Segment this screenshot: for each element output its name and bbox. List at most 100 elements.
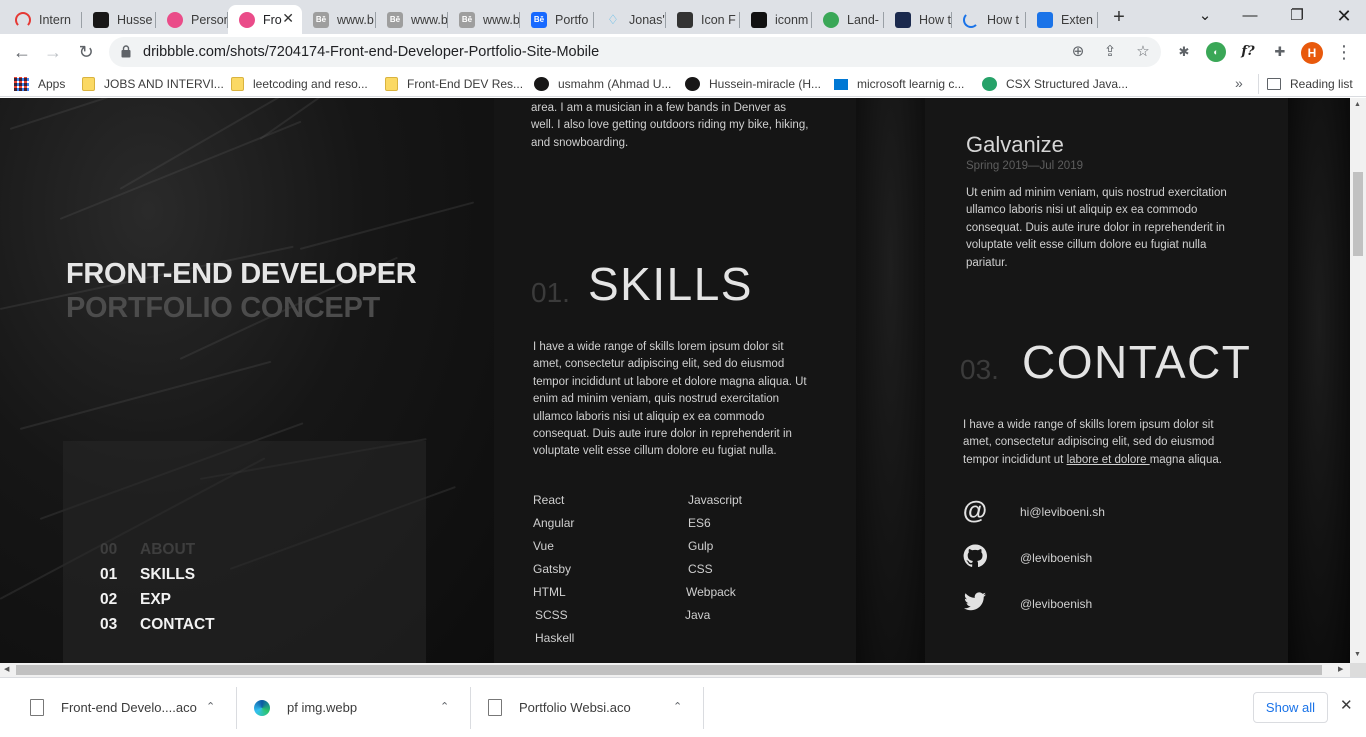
zoom-icon[interactable]: ⊕ bbox=[1068, 42, 1088, 62]
download-item[interactable]: Front-end Develo....aco ⌃ bbox=[30, 678, 236, 737]
reload-button[interactable]: ↻ bbox=[74, 40, 98, 64]
download-item[interactable]: Portfolio Websi.aco ⌃ bbox=[488, 678, 703, 737]
close-tab-icon[interactable]: ✕ bbox=[282, 10, 294, 27]
tab-3[interactable]: Fro ✕ bbox=[228, 5, 302, 34]
tab-5[interactable]: Bē www.b bbox=[376, 5, 448, 34]
vertical-scroll-thumb[interactable] bbox=[1353, 172, 1363, 256]
tab-13[interactable]: How t bbox=[952, 5, 1026, 34]
tab-label: Land- bbox=[847, 12, 879, 27]
behance-icon: Bē bbox=[459, 11, 475, 28]
forward-button[interactable]: → bbox=[41, 40, 65, 64]
bookmark-item[interactable]: microsoft learnig c... bbox=[834, 75, 964, 93]
close-downloads-icon[interactable]: ✕ bbox=[1340, 696, 1353, 714]
bookmark-label: usmahm (Ahmad U... bbox=[558, 77, 672, 91]
horizontal-scrollbar[interactable]: ◀ ▶ bbox=[0, 663, 1350, 677]
bookmark-item[interactable]: Hussein-miracle (H... bbox=[685, 75, 821, 93]
bookmark-item[interactable]: leetcoding and reso... bbox=[231, 75, 368, 93]
bug-extension-icon[interactable]: ✱ bbox=[1174, 42, 1194, 62]
reading-list-button[interactable]: Reading list bbox=[1267, 75, 1353, 93]
close-window-icon[interactable]: ✕ bbox=[1331, 4, 1357, 28]
bookmark-star-icon[interactable]: ☆ bbox=[1133, 42, 1153, 62]
bookmark-item[interactable]: JOBS AND INTERVI... bbox=[82, 75, 224, 93]
minimize-icon[interactable]: — bbox=[1237, 4, 1263, 28]
tab-8[interactable]: ♢ Jonas' bbox=[594, 5, 666, 34]
github-icon[interactable] bbox=[962, 544, 988, 570]
bookmarks-overflow-icon[interactable]: » bbox=[1235, 75, 1243, 91]
bookmark-label: Apps bbox=[38, 77, 66, 91]
tab-7[interactable]: Bē Portfo bbox=[520, 5, 594, 34]
bookmarks-bar: Apps JOBS AND INTERVI... leetcoding and re… bbox=[0, 70, 1366, 97]
twitter-icon[interactable] bbox=[962, 590, 988, 616]
back-button[interactable]: ← bbox=[10, 40, 34, 64]
profile-avatar[interactable]: H bbox=[1301, 42, 1323, 64]
tab-12[interactable]: How t bbox=[884, 5, 952, 34]
tab-label: Fro bbox=[263, 12, 282, 27]
folder-icon bbox=[385, 77, 398, 91]
tab-14[interactable]: Exten bbox=[1026, 5, 1098, 34]
fx-extension-icon[interactable]: f? bbox=[1238, 42, 1258, 62]
scroll-down-icon[interactable]: ▼ bbox=[1354, 651, 1361, 658]
restore-icon[interactable]: ❐ bbox=[1284, 4, 1310, 28]
tab-label: Exten bbox=[1061, 12, 1093, 27]
nav-item-about[interactable]: 00 ABOUT bbox=[100, 541, 195, 559]
tab-label: Jonas' bbox=[629, 12, 665, 27]
horizontal-scroll-thumb[interactable] bbox=[16, 665, 1322, 675]
tab-6[interactable]: Bē www.b bbox=[448, 5, 520, 34]
icon-font-icon bbox=[677, 11, 693, 28]
menu-kebab-icon[interactable]: ⋮ bbox=[1335, 42, 1353, 62]
contact-value[interactable]: @leviboenish bbox=[1020, 597, 1092, 611]
address-bar[interactable]: dribbble.com/shots/7204174-Front-end-Dev… bbox=[109, 37, 1161, 67]
tab-search-icon[interactable]: ⌄ bbox=[1192, 4, 1218, 28]
bookmark-item[interactable]: CSX Structured Java... bbox=[982, 75, 1128, 93]
chevron-up-icon[interactable]: ⌃ bbox=[673, 700, 682, 713]
chevron-up-icon[interactable]: ⌃ bbox=[440, 700, 449, 713]
contact-value[interactable]: hi@leviboeni.sh bbox=[1020, 505, 1105, 519]
github-icon bbox=[685, 77, 700, 91]
nav-item-skills[interactable]: 01 SKILLS bbox=[100, 566, 195, 584]
globe-extension-icon[interactable]: ◐ bbox=[1206, 42, 1226, 62]
scrollbar-corner bbox=[1350, 663, 1366, 677]
about-text: area. I am a musician in a few bands in … bbox=[531, 102, 809, 149]
chevron-up-icon[interactable]: ⌃ bbox=[206, 700, 215, 713]
dribbble-icon bbox=[239, 11, 255, 28]
new-tab-button[interactable]: + bbox=[1108, 6, 1130, 28]
tab-0[interactable]: Intern bbox=[4, 5, 82, 34]
scroll-left-icon[interactable]: ◀ bbox=[4, 665, 9, 673]
contact-text: I have a wide range of skills lorem ipsu… bbox=[963, 417, 1245, 469]
vertical-scrollbar[interactable]: ▲ ▼ bbox=[1350, 98, 1366, 663]
at-sign-icon[interactable]: @ bbox=[962, 498, 988, 524]
nav-item-contact[interactable]: 03 CONTACT bbox=[100, 616, 215, 634]
bookmark-item[interactable]: usmahm (Ahmad U... bbox=[534, 75, 671, 93]
bookmark-item[interactable]: Apps bbox=[14, 75, 65, 93]
rainbow-icon bbox=[15, 11, 31, 28]
scroll-up-icon[interactable]: ▲ bbox=[1354, 101, 1361, 108]
tab-label: www.b bbox=[483, 12, 520, 27]
tab-2[interactable]: Persor bbox=[156, 5, 228, 34]
show-all-button[interactable]: Show all bbox=[1253, 692, 1328, 723]
behance-icon: Bē bbox=[313, 11, 329, 28]
share-icon[interactable]: ⇪ bbox=[1100, 42, 1120, 62]
contact-value[interactable]: @leviboenish bbox=[1020, 551, 1092, 565]
contact-text-link[interactable]: labore et dolore bbox=[1067, 454, 1150, 466]
bookmark-label: JOBS AND INTERVI... bbox=[104, 77, 224, 91]
download-item[interactable]: pf img.webp ⌃ bbox=[254, 678, 470, 737]
tab-1[interactable]: Husse bbox=[82, 5, 156, 34]
bookmark-item[interactable]: Front-End DEV Res... bbox=[385, 75, 523, 93]
nav-item-exp[interactable]: 02 EXP bbox=[100, 591, 171, 609]
tab-11[interactable]: Land- bbox=[812, 5, 884, 34]
github-icon bbox=[534, 77, 549, 91]
tab-4[interactable]: Bē www.b bbox=[302, 5, 376, 34]
skill-item: SCSS bbox=[535, 608, 568, 622]
loading-icon bbox=[963, 11, 979, 28]
tab-10[interactable]: iconm bbox=[740, 5, 812, 34]
nav-item-number: 03 bbox=[100, 616, 118, 633]
divider bbox=[470, 687, 471, 729]
scroll-right-icon[interactable]: ▶ bbox=[1338, 665, 1343, 673]
tab-label: Intern bbox=[39, 12, 71, 27]
skill-item: Webpack bbox=[686, 585, 736, 599]
bookmark-label: microsoft learnig c... bbox=[857, 77, 965, 91]
url-text[interactable]: dribbble.com/shots/7204174-Front-end-Dev… bbox=[143, 44, 599, 60]
extensions-puzzle-icon[interactable]: ✚ bbox=[1270, 42, 1290, 62]
tab-9[interactable]: Icon F bbox=[666, 5, 740, 34]
diamond-icon: ♢ bbox=[607, 11, 619, 27]
